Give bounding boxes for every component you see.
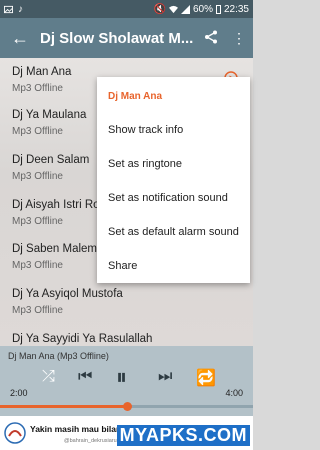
seek-fill [0,405,127,408]
more-options-icon[interactable]: ⋮ [225,30,253,47]
back-arrow-icon[interactable]: ← [0,28,40,49]
list-item[interactable]: Dj Ya Maulana Mp3 Offline [12,109,86,137]
track-title: Dj Ya Asyiqol Mustofa [12,288,123,300]
list-item[interactable]: Dj Aisyah Istri Ro Mp3 Offline [12,199,100,227]
pause-icon[interactable]: ⏸ [116,364,127,390]
track-title: Dj Aisyah Istri Ro [12,199,100,211]
next-icon[interactable]: ⏭ [158,368,172,386]
menu-item-show-track-info[interactable]: Show track info [108,124,183,136]
menu-item-set-ringtone[interactable]: Set as ringtone [108,158,182,170]
shuffle-icon[interactable]: ⤮ [42,368,55,386]
menu-item-set-notification[interactable]: Set as notification sound [108,192,228,204]
list-item[interactable]: Dj Deen Salam Mp3 Offline [12,154,89,182]
seek-bar[interactable] [0,402,253,411]
track-subtitle: Mp3 Offline [12,260,63,271]
track-subtitle: Mp3 Offline [12,171,63,182]
app-bar: ← Dj Slow Sholawat M... ⋮ [0,18,253,58]
track-title: Dj Man Ana [12,66,72,78]
battery-icon [215,4,221,14]
mute-icon: 🔇 [153,3,166,15]
track-title: Dj Deen Salam [12,154,90,166]
now-playing-label: Dj Man Ana (Mp3 Offline) [8,351,109,361]
ad-banner[interactable]: Yakin masih mau bilang @bahrain_dekrusia… [0,416,253,450]
wifi-icon [168,5,178,13]
previous-icon[interactable]: ⏮ [78,368,92,386]
track-subtitle: Mp3 Offline [12,83,63,94]
player-bar: Dj Man Ana (Mp3 Offline) ⤮ ⏮ ⏸ ⏭ 🔁 2:00 … [0,346,253,416]
seek-thumb[interactable] [122,402,132,411]
menu-item-share[interactable]: Share [108,260,137,272]
music-note-icon: ♪ [18,3,23,15]
track-subtitle: Mp3 Offline [12,305,63,316]
list-item[interactable]: Dj Man Ana Mp3 Offline [12,66,71,94]
elapsed-time: 2:00 [10,388,28,398]
track-subtitle: Mp3 Offline [12,216,63,227]
menu-item-set-alarm[interactable]: Set as default alarm sound [108,226,239,238]
ad-text: Yakin masih mau bilang [30,424,127,434]
ad-logo-icon [4,422,26,444]
duration-time: 4:00 [225,388,243,398]
list-item[interactable]: Dj Ya Sayyidi Ya Rasulallah [12,333,152,345]
menu-header: Dj Man Ana [108,91,163,102]
track-title: Dj Saben Malem A [12,243,108,255]
page-title: Dj Slow Sholawat M... [40,29,194,47]
signal-icon [180,4,190,14]
watermark: MYAPKS.COM [116,425,250,446]
share-icon[interactable] [197,30,225,47]
status-bar: ♪ 🔇 60% 22:35 [0,0,253,18]
list-item[interactable]: Dj Saben Malem A Mp3 Offline [12,243,107,271]
gallery-icon [4,5,13,13]
clock: 22:35 [223,3,249,15]
battery-percent: 60% [192,3,213,15]
ad-handle: @bahrain_dekrusiaru [64,438,117,444]
track-title: Dj Ya Maulana [12,109,87,121]
list-item[interactable]: Dj Ya Asyiqol Mustofa Mp3 Offline [12,288,123,316]
track-subtitle: Mp3 Offline [12,126,63,137]
repeat-icon[interactable]: 🔁 [196,368,216,388]
track-title: Dj Ya Sayyidi Ya Rasulallah [12,333,153,345]
context-menu: Dj Man Ana Show track info Set as ringto… [97,77,250,283]
